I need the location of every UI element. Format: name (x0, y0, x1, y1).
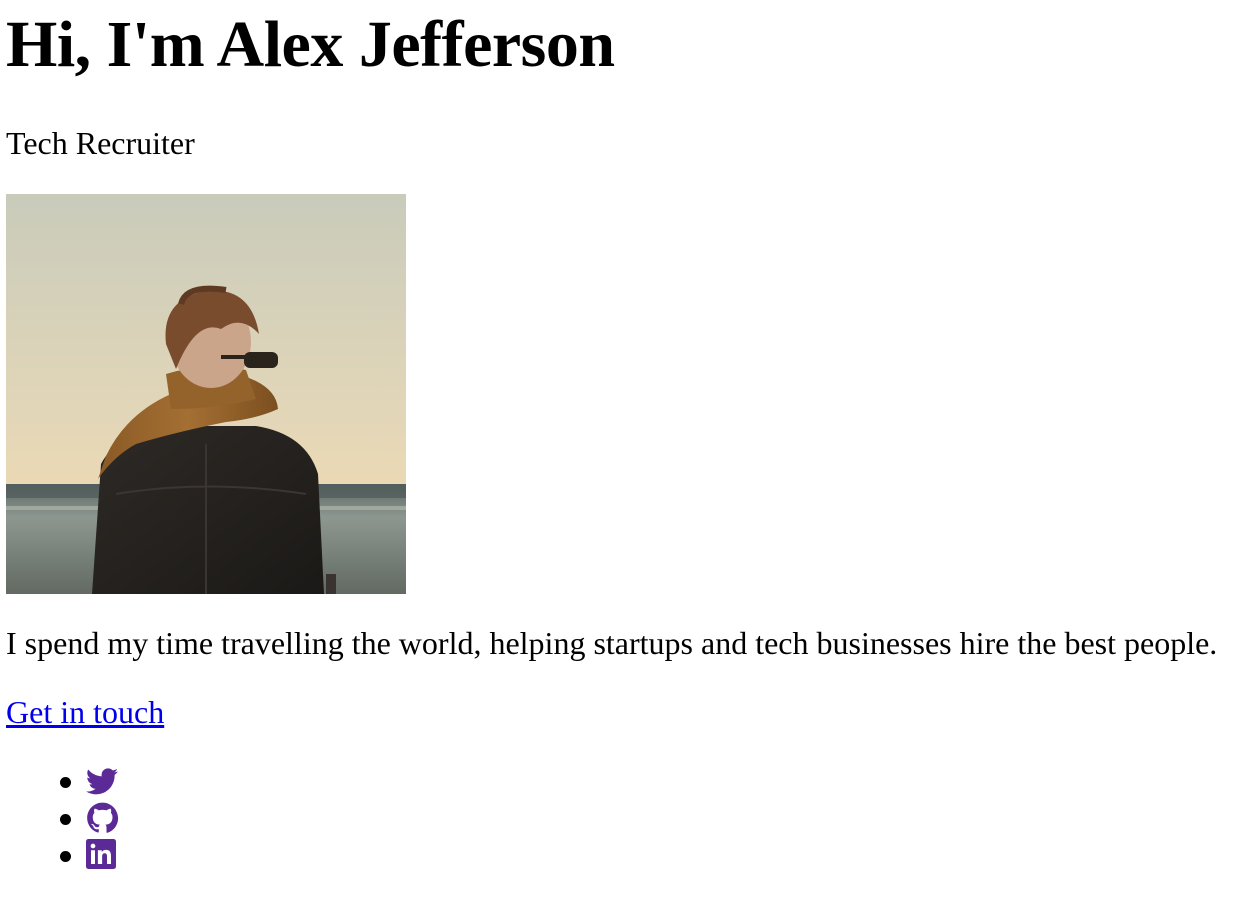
github-link[interactable] (86, 802, 119, 834)
bullet-icon (60, 851, 71, 862)
profile-photo-illustration (6, 194, 406, 594)
linkedin-icon (86, 839, 116, 869)
social-list-item-twitter (0, 762, 140, 799)
bullet-icon (60, 777, 71, 788)
get-in-touch-link[interactable]: Get in touch (6, 693, 164, 731)
bio-text: I spend my time travelling the world, he… (6, 625, 1218, 661)
page-title: Hi, I'm Alex Jefferson (6, 8, 615, 81)
page: Hi, I'm Alex Jefferson Tech Recruiter I … (0, 0, 1246, 898)
github-icon (87, 802, 119, 833)
profile-photo (6, 194, 406, 594)
social-links-list (0, 762, 140, 873)
social-list-item-github (0, 799, 140, 836)
bullet-icon (60, 814, 71, 825)
twitter-icon (86, 768, 118, 795)
job-title: Tech Recruiter (6, 125, 195, 161)
social-list-item-linkedin (0, 836, 140, 873)
linkedin-link[interactable] (86, 839, 119, 871)
twitter-link[interactable] (86, 765, 119, 797)
